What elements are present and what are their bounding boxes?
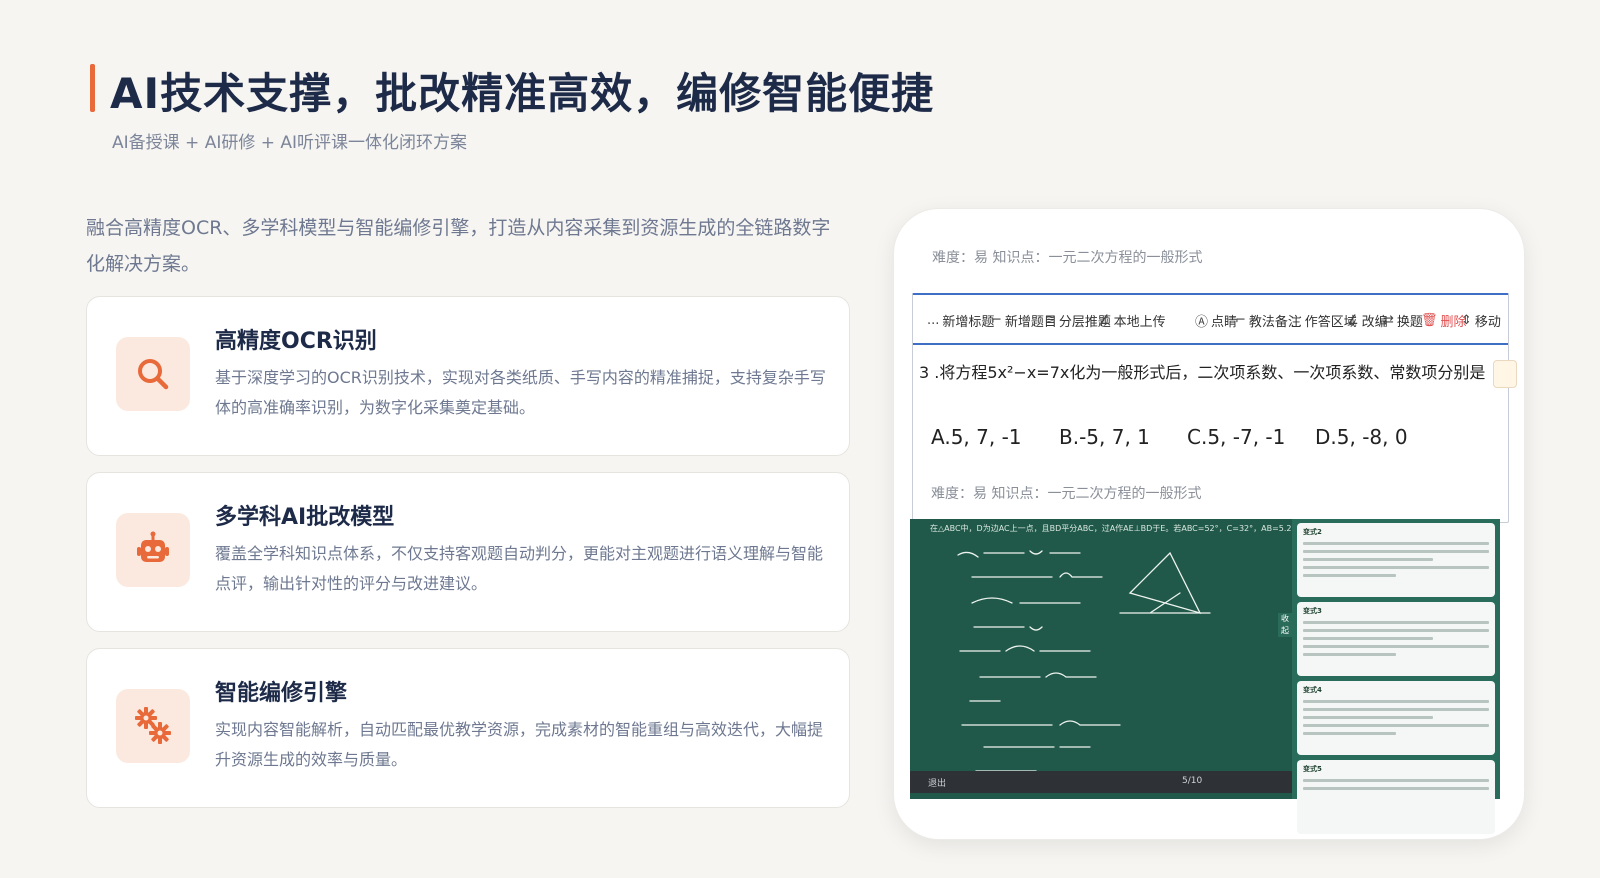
layers-icon: ≋	[1045, 313, 1056, 328]
feature-card-ocr: 高精度OCR识别 基于深度学习的OCR识别技术，实现对各类纸质、手写内容的精准捕…	[86, 296, 850, 456]
editor-toolbar: ... 新增标题 ⌐ 新增题目 ≋ 分层推题 ∠ 本地上传 Ⓐ 点睛 ⌐ 教法备注 ⸬ 作答区…	[913, 295, 1508, 345]
exit-button[interactable]: 退出	[928, 776, 946, 789]
feature-title: 智能编修引擎	[215, 681, 348, 706]
intro-paragraph: 融合高精度OCR、多学科模型与智能编修引擎，打造从内容采集到资源生成的全链路数字…	[86, 217, 831, 275]
option-a[interactable]: A.5, 7, -1	[931, 425, 1022, 449]
feature-title: 多学科AI批改模型	[215, 505, 395, 530]
variant-panel: 变式2 变式3 变式4 变式5	[1292, 519, 1500, 834]
question-meta: 难度：易 知识点：一元二次方程的一般形式	[932, 250, 1203, 266]
variant-card[interactable]: 变式5	[1297, 760, 1495, 834]
add-doc-icon: ⌐	[991, 313, 1002, 328]
circled-a-icon: Ⓐ	[1195, 315, 1209, 330]
page-indicator[interactable]: 5/10	[1182, 776, 1202, 786]
feature-description: 实现内容智能解析，自动匹配最优教学资源，完成素材的智能重组与高效迭代，大幅提升资…	[215, 720, 824, 769]
edit-icon: ∠	[1347, 313, 1359, 328]
pen-icon: ∠	[1099, 313, 1111, 328]
page-title: AI技术支撑，批改精准高效，编修智能便捷	[110, 69, 935, 118]
delete-button[interactable]: 🗑 删除	[1421, 311, 1467, 330]
area-icon: ⸬	[1291, 314, 1302, 330]
variant-title: 变式5	[1303, 765, 1322, 773]
option-b[interactable]: B.-5, 7, 1	[1059, 425, 1150, 449]
dots-icon: ...	[927, 313, 940, 328]
swap-icon: ⇄	[1383, 313, 1394, 328]
robot-icon	[116, 513, 190, 587]
page-subtitle: AI备授课 + AI研修 + AI听评课一体化闭环方案	[112, 133, 468, 153]
question-text: 3 .将方程5x²−x=7x化为一般形式后，二次项系数、一次项系数、常数项分别是	[919, 359, 1518, 388]
variant-card[interactable]: 变式2	[1297, 523, 1495, 597]
feature-description: 基于深度学习的OCR识别技术，实现对各类纸质、手写内容的精准捕捉，支持复杂手写体…	[215, 368, 826, 417]
note-icon: ⌐	[1235, 313, 1246, 328]
local-upload-button[interactable]: ∠ 本地上传	[1099, 311, 1166, 330]
adapt-button[interactable]: ∠ 改编	[1347, 311, 1388, 330]
question-editor: ... 新增标题 ⌐ 新增题目 ≋ 分层推题 ∠ 本地上传 Ⓐ 点睛 ⌐ 教法备注 ⸬ 作答区…	[912, 293, 1518, 523]
gears-icon	[116, 689, 190, 763]
add-title-button[interactable]: ... 新增标题	[927, 311, 994, 330]
title-accent-bar	[90, 64, 95, 112]
move-button[interactable]: ⇕ 移动	[1461, 311, 1501, 330]
search-icon	[116, 337, 190, 411]
variant-title: 变式3	[1303, 607, 1322, 615]
collapse-tab[interactable]: 收起	[1278, 613, 1292, 637]
board-bottom-bar: 退出 5/10	[910, 771, 1292, 793]
handwriting-drawing	[957, 550, 1211, 772]
feature-title: 高精度OCR识别	[215, 329, 377, 354]
swap-question-button[interactable]: ⇄ 换题	[1383, 311, 1423, 330]
answer-blank[interactable]	[1493, 359, 1518, 388]
trash-icon: 🗑	[1421, 313, 1438, 328]
highlight-button[interactable]: Ⓐ 点睛	[1195, 311, 1237, 330]
variant-title: 变式2	[1303, 528, 1322, 536]
move-icon: ⇕	[1461, 313, 1472, 328]
variant-card[interactable]: 变式3	[1297, 602, 1495, 676]
question-meta: 难度：易 知识点：一元二次方程的一般形式	[931, 486, 1202, 502]
variant-title: 变式4	[1303, 686, 1322, 694]
feature-card-editing-engine: 智能编修引擎 实现内容智能解析，自动匹配最优教学资源，完成素材的智能重组与高效迭…	[86, 648, 850, 808]
feature-card-ai-grading: 多学科AI批改模型 覆盖全学科知识点体系，不仅支持客观题自动判分，更能对主观题进…	[86, 472, 850, 632]
option-d[interactable]: D.5, -8, 0	[1315, 425, 1408, 449]
blackboard-solution: 在△ABC中，D为边AC上一点，且BD平分ABC，过A作AE⊥BD于E。若ABC…	[910, 519, 1379, 799]
feature-description: 覆盖全学科知识点体系，不仅支持客观题自动判分，更能对主观题进行语义理解与智能点评…	[215, 544, 824, 593]
product-screenshot: 难度：易 知识点：一元二次方程的一般形式 ... 新增标题 ⌐ 新增题目 ≋ 分层推题…	[893, 208, 1525, 840]
variant-card[interactable]: 变式4	[1297, 681, 1495, 755]
option-c[interactable]: C.5, -7, -1	[1187, 425, 1285, 449]
